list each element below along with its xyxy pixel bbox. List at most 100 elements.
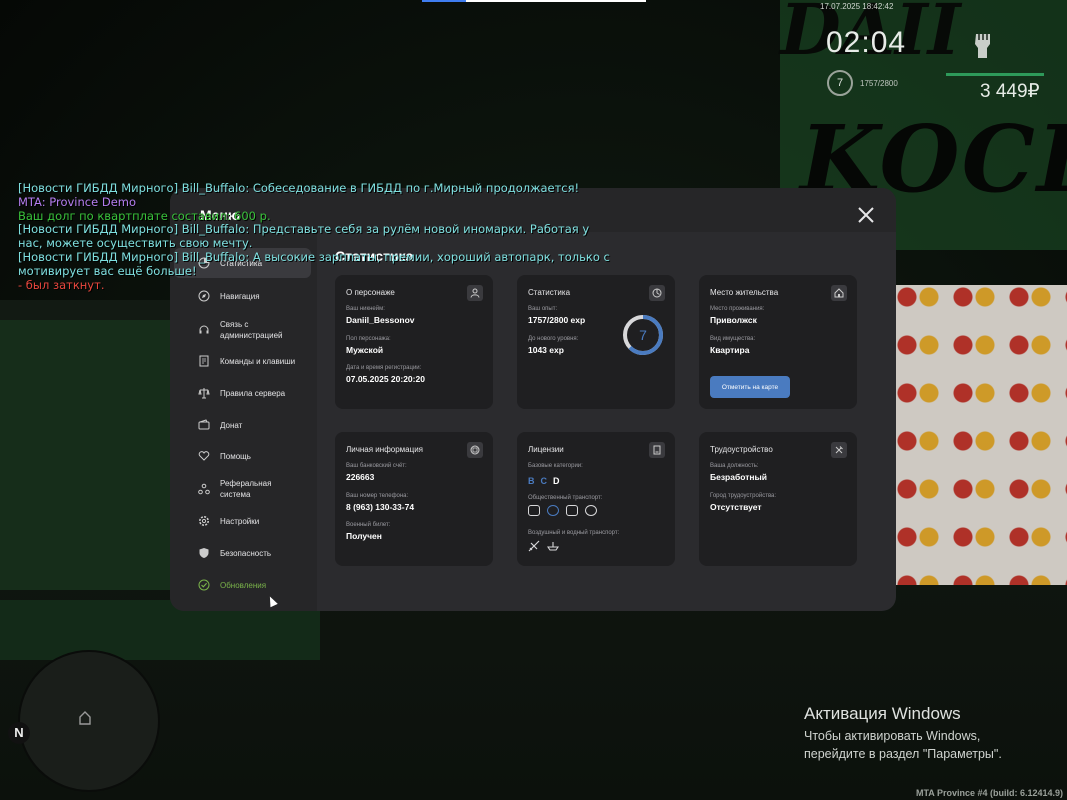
- sidebar-item-label: Реферальная система: [220, 479, 272, 499]
- bus-icon: [528, 505, 540, 516]
- chat-log: [Новости ГИБДД Мирного] Bill_Buffalo: Со…: [18, 181, 618, 292]
- registration-value: 07.05.2025 20:20:20: [346, 374, 425, 384]
- military-value: Получен: [346, 531, 382, 541]
- sidebar-item-label: Правила сервера: [220, 388, 286, 398]
- licenses-card: Лицензии Базовые категории: BCD Обществе…: [517, 432, 675, 566]
- sidebar-item-admin-contact[interactable]: Связь с администрацией: [170, 318, 317, 342]
- air-water-label: Воздушный и водный транспорт:: [528, 530, 620, 536]
- sidebar-item-label: Связь с администрацией: [220, 320, 283, 340]
- trolleybus-icon: [547, 505, 559, 516]
- gender-label: Пол персонажа:: [346, 336, 391, 342]
- chat-line: [Новости ГИБДД Мирного] Bill_Buffalo: А …: [18, 249, 610, 264]
- residence-card: Место жительства Место проживания: Приво…: [699, 275, 857, 409]
- metro-icon: [585, 505, 597, 516]
- sidebar-item-label: Безопасность: [220, 548, 272, 558]
- chat-line: Ваш долг по квартплате составил: 600 р.: [18, 208, 271, 223]
- nickname-label: Ваш никнейм:: [346, 306, 385, 312]
- bank-label: Ваш банковский счёт:: [346, 463, 407, 469]
- bank-value: 226663: [346, 472, 375, 482]
- license-category: C: [540, 476, 553, 486]
- hud-health-bar: [946, 73, 1044, 76]
- property-label: Вид имущества:: [710, 336, 756, 342]
- hud-date: 17.07.2025 18:42:42: [820, 2, 894, 11]
- registration-label: Дата и время регистрации:: [346, 365, 422, 371]
- chat-line: мотивирует вас ещё больше!: [18, 263, 197, 278]
- windows-activation-text: Чтобы активировать Windows, перейдите в …: [804, 727, 1002, 763]
- house-icon: [831, 285, 847, 301]
- sidebar-item-commands[interactable]: Команды и клавиши: [170, 354, 317, 368]
- gender-value: Мужской: [346, 345, 384, 355]
- license-icon: [649, 442, 665, 458]
- property-value: Квартира: [710, 345, 750, 355]
- sidebar-item-label: Настройки: [220, 516, 260, 526]
- hud-time: 02:04: [826, 26, 907, 59]
- level-number: 7: [639, 327, 647, 343]
- card-title: Лицензии: [528, 445, 564, 454]
- north-marker: N: [8, 722, 30, 744]
- sidebar-item-label: Помощь: [220, 451, 251, 461]
- close-icon[interactable]: [856, 205, 876, 225]
- sidebar-item-help[interactable]: Помощь: [170, 449, 317, 463]
- exp-value: 1757/2800 exp: [528, 315, 586, 325]
- sidebar-item-referral[interactable]: Реферальная система: [170, 477, 317, 501]
- hud-level-badge: 7: [827, 70, 853, 96]
- personal-info-card: Личная информация Ваш банковский счёт: 2…: [335, 432, 493, 566]
- exp-label: Ваш опыт:: [528, 306, 558, 312]
- sidebar-item-updates[interactable]: Обновления: [170, 578, 317, 592]
- sidebar-item-label: Обновления: [220, 580, 267, 590]
- boat-icon: [547, 542, 559, 551]
- green-wall: [0, 320, 180, 590]
- sidebar-item-settings[interactable]: Настройки: [170, 514, 317, 528]
- position-value: Безработный: [710, 472, 767, 482]
- work-city-label: Город трудоустройства:: [710, 493, 777, 499]
- info-icon: [467, 442, 483, 458]
- card-title: Место жительства: [710, 288, 779, 297]
- chat-line: - был заткнут.: [18, 277, 105, 292]
- shield-icon: [199, 548, 209, 558]
- air-water-icons: [528, 540, 559, 552]
- update-icon: [198, 579, 210, 591]
- card-title: Трудоустройство: [710, 445, 773, 454]
- license-categories: BCD: [528, 476, 566, 486]
- windows-activation-line: Чтобы активировать Windows,: [804, 729, 981, 743]
- position-label: Ваша должность:: [710, 463, 759, 469]
- place-value: Приволжск: [710, 315, 757, 325]
- headset-icon: [199, 325, 209, 334]
- windows-activation-title: Активация Windows: [804, 704, 961, 723]
- sidebar-item-rules[interactable]: Правила сервера: [170, 386, 317, 400]
- hud-exp: 1757/2800: [860, 79, 898, 88]
- sidebar-item-label: Команды и клавиши: [220, 356, 296, 366]
- employment-card: Трудоустройство Ваша должность: Безработ…: [699, 432, 857, 566]
- sidebar-item-donate[interactable]: Донат: [170, 418, 317, 432]
- nickname-value: Daniil_Bessonov: [346, 315, 415, 325]
- home-marker-icon: [79, 711, 91, 725]
- military-label: Военный билет:: [346, 522, 391, 528]
- gear-icon: [199, 516, 209, 526]
- stats-icon: [649, 285, 665, 301]
- tram-icon: [566, 505, 578, 516]
- next-level-value: 1043 exp: [528, 345, 564, 355]
- base-categories-label: Базовые категории:: [528, 463, 583, 469]
- chat-line: [Новости ГИБДД Мирного] Bill_Buffalo: Со…: [18, 181, 580, 195]
- mark-on-map-button[interactable]: Отметить на карте: [710, 376, 790, 398]
- chat-line: MTA: Province Demo: [18, 194, 137, 209]
- referral-icon: [198, 483, 210, 495]
- license-category: D: [553, 476, 566, 486]
- heart-hands-icon: [198, 451, 210, 461]
- keyboard-icon: [199, 355, 209, 367]
- phone-label: Ваш номер телефона:: [346, 493, 409, 499]
- sidebar-item-label: Донат: [220, 420, 243, 430]
- hud-money: 3 449₽: [980, 81, 1040, 102]
- stats-card: Статистика Ваш опыт: 1757/2800 exp До но…: [517, 275, 675, 409]
- place-label: Место проживания:: [710, 306, 765, 312]
- public-transport-label: Общественный транспорт:: [528, 495, 603, 501]
- next-level-label: До нового уровня:: [528, 336, 579, 342]
- top-progress-fill: [422, 0, 466, 2]
- scales-icon: [198, 388, 210, 399]
- windows-activation-line: перейдите в раздел "Параметры".: [804, 747, 1002, 761]
- character-card: О персонаже Ваш никнейм: Daniil_Bessonov…: [335, 275, 493, 409]
- card-title: Личная информация: [346, 445, 424, 454]
- sidebar-item-security[interactable]: Безопасность: [170, 546, 317, 560]
- fist-icon: [975, 34, 990, 58]
- plane-icon: [528, 540, 540, 552]
